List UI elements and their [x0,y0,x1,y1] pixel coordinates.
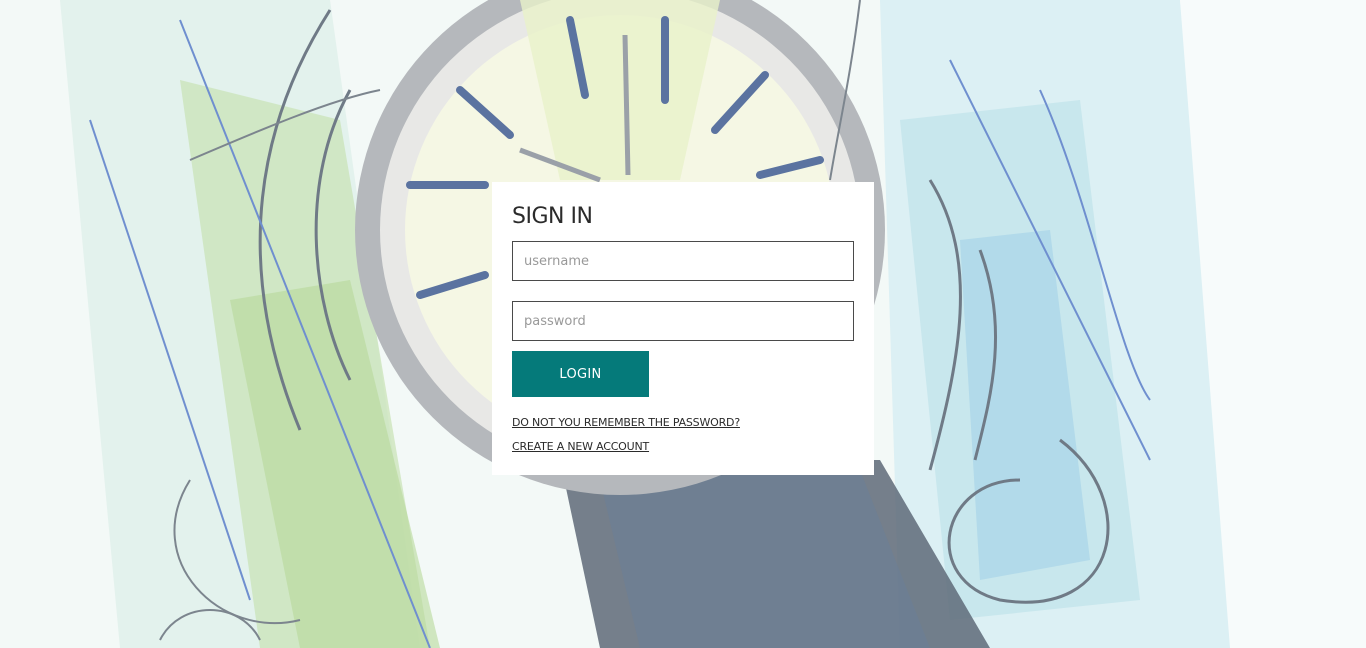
signin-links: DO NOT YOU REMEMBER THE PASSWORD? CREATE… [512,411,854,459]
login-button[interactable]: LOGIN [512,351,649,397]
password-input[interactable] [512,301,854,341]
signin-card: SIGN IN LOGIN DO NOT YOU REMEMBER THE PA… [492,182,874,475]
username-input[interactable] [512,241,854,281]
forgot-password-link[interactable]: DO NOT YOU REMEMBER THE PASSWORD? [512,411,854,435]
create-account-link[interactable]: CREATE A NEW ACCOUNT [512,435,854,459]
signin-title: SIGN IN [512,204,593,229]
